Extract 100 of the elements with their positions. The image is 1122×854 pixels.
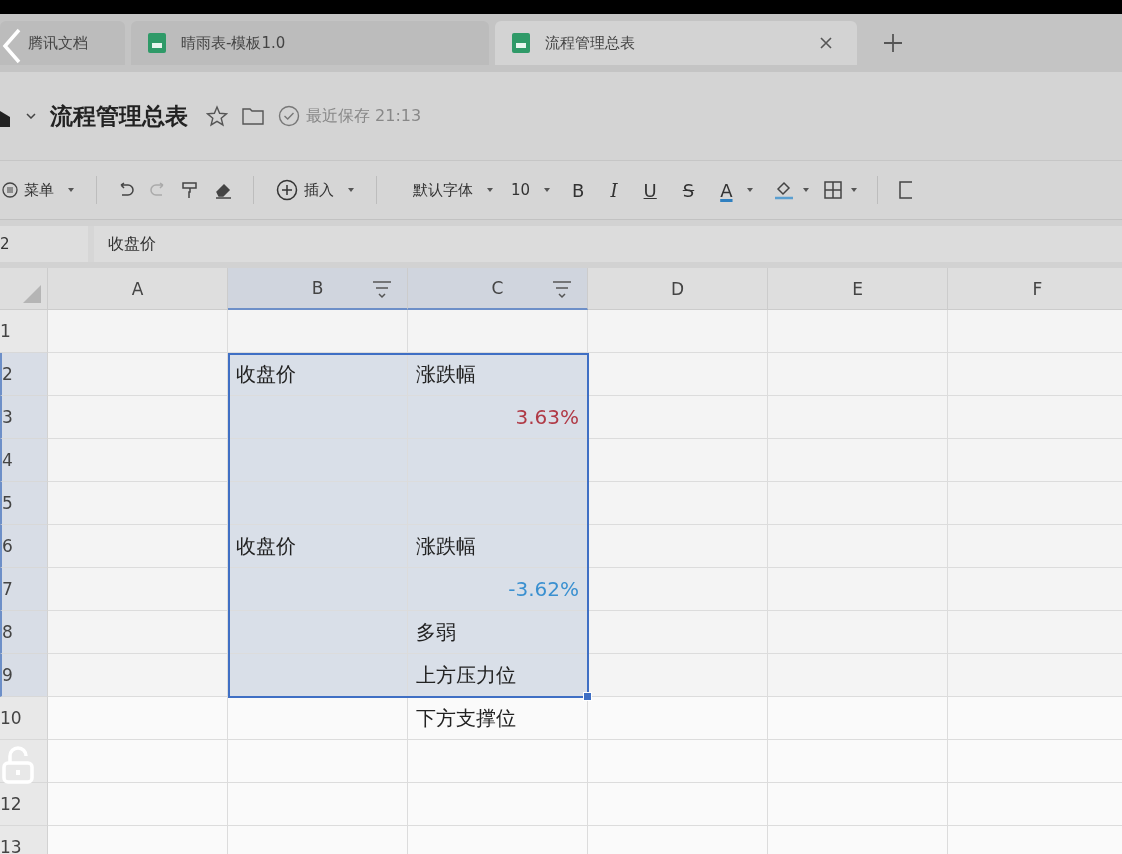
- cell-reference-field[interactable]: 2: [0, 226, 88, 262]
- table-cell[interactable]: [768, 697, 948, 740]
- row-header[interactable]: 12: [0, 783, 48, 826]
- table-cell[interactable]: [48, 396, 228, 439]
- table-cell[interactable]: [48, 740, 228, 783]
- table-cell[interactable]: [768, 654, 948, 697]
- formula-field[interactable]: 收盘价: [94, 226, 1122, 262]
- table-cell[interactable]: 收盘价: [228, 353, 408, 396]
- table-cell[interactable]: [588, 310, 768, 353]
- insert-button[interactable]: 插入: [274, 175, 356, 205]
- table-cell[interactable]: [48, 310, 228, 353]
- table-cell[interactable]: [768, 568, 948, 611]
- borders-icon[interactable]: [822, 180, 843, 200]
- table-cell[interactable]: [768, 783, 948, 826]
- column-header[interactable]: C: [408, 268, 588, 310]
- table-cell[interactable]: [768, 740, 948, 783]
- table-cell[interactable]: [228, 439, 408, 482]
- table-cell[interactable]: 上方压力位: [408, 654, 588, 697]
- filter-icon[interactable]: [371, 279, 393, 299]
- document-tab[interactable]: 晴雨表-模板1.0: [131, 21, 489, 65]
- font-dropdown[interactable]: 默认字体: [411, 176, 495, 204]
- table-cell[interactable]: 涨跌幅: [408, 353, 588, 396]
- table-cell[interactable]: 下方支撑位: [408, 697, 588, 740]
- menu-button[interactable]: 菜单: [0, 176, 76, 204]
- table-cell[interactable]: [48, 482, 228, 525]
- caret-icon[interactable]: [26, 113, 36, 119]
- row-header[interactable]: 9: [0, 654, 48, 697]
- table-cell[interactable]: [228, 310, 408, 353]
- table-cell[interactable]: [768, 525, 948, 568]
- table-cell[interactable]: [588, 740, 768, 783]
- table-cell[interactable]: [588, 396, 768, 439]
- table-cell[interactable]: [228, 482, 408, 525]
- close-icon[interactable]: [819, 36, 833, 50]
- table-cell[interactable]: [48, 568, 228, 611]
- table-cell[interactable]: [48, 654, 228, 697]
- bold-button[interactable]: B: [566, 175, 591, 205]
- strikethrough-button[interactable]: S: [676, 175, 701, 205]
- back-icon[interactable]: [2, 28, 22, 64]
- table-cell[interactable]: [588, 568, 768, 611]
- table-cell[interactable]: [948, 697, 1122, 740]
- undo-icon[interactable]: [117, 182, 135, 198]
- table-cell[interactable]: [588, 783, 768, 826]
- table-cell[interactable]: 3.63%: [408, 396, 588, 439]
- eraser-icon[interactable]: [213, 181, 233, 199]
- row-header[interactable]: 3: [0, 396, 48, 439]
- table-cell[interactable]: [768, 482, 948, 525]
- underline-button[interactable]: U: [637, 175, 663, 205]
- table-cell[interactable]: [768, 611, 948, 654]
- folder-icon[interactable]: [242, 107, 264, 125]
- row-header[interactable]: 2: [0, 353, 48, 396]
- table-cell[interactable]: [228, 740, 408, 783]
- redo-icon[interactable]: [149, 182, 167, 198]
- table-cell[interactable]: [408, 740, 588, 783]
- table-cell[interactable]: [228, 654, 408, 697]
- font-color-button[interactable]: A: [714, 175, 759, 205]
- table-cell[interactable]: [408, 310, 588, 353]
- document-tab[interactable]: 流程管理总表: [495, 21, 857, 65]
- row-header[interactable]: 6: [0, 525, 48, 568]
- table-cell[interactable]: [948, 740, 1122, 783]
- star-icon[interactable]: [206, 105, 228, 127]
- table-cell[interactable]: [48, 783, 228, 826]
- italic-button[interactable]: I: [604, 175, 624, 205]
- table-cell[interactable]: [408, 783, 588, 826]
- table-cell[interactable]: [768, 310, 948, 353]
- table-cell[interactable]: [48, 611, 228, 654]
- table-cell[interactable]: [588, 353, 768, 396]
- table-cell[interactable]: [768, 396, 948, 439]
- row-header[interactable]: 13: [0, 826, 48, 854]
- table-cell[interactable]: [408, 482, 588, 525]
- table-cell[interactable]: [48, 525, 228, 568]
- row-header[interactable]: 1: [0, 310, 48, 353]
- table-cell[interactable]: [228, 568, 408, 611]
- row-header[interactable]: 8: [0, 611, 48, 654]
- table-cell[interactable]: [228, 396, 408, 439]
- row-header[interactable]: 4: [0, 439, 48, 482]
- table-cell[interactable]: [228, 611, 408, 654]
- table-cell[interactable]: [408, 439, 588, 482]
- font-size-dropdown[interactable]: 10: [509, 177, 553, 203]
- table-cell[interactable]: 多弱: [408, 611, 588, 654]
- table-cell[interactable]: [768, 439, 948, 482]
- table-cell[interactable]: [228, 697, 408, 740]
- table-cell[interactable]: [48, 697, 228, 740]
- row-header[interactable]: 7: [0, 568, 48, 611]
- table-cell[interactable]: [48, 353, 228, 396]
- row-header[interactable]: 10: [0, 697, 48, 740]
- table-cell[interactable]: [588, 482, 768, 525]
- table-cell[interactable]: [768, 353, 948, 396]
- table-cell[interactable]: 涨跌幅: [408, 525, 588, 568]
- add-tab-icon[interactable]: [883, 33, 903, 53]
- table-cell[interactable]: [588, 611, 768, 654]
- format-painter-icon[interactable]: [181, 181, 199, 199]
- table-icon[interactable]: [897, 180, 912, 200]
- table-cell[interactable]: [588, 525, 768, 568]
- fill-color-icon[interactable]: [772, 179, 795, 201]
- table-cell[interactable]: [48, 439, 228, 482]
- filter-icon[interactable]: [551, 279, 573, 299]
- table-cell[interactable]: [948, 783, 1122, 826]
- table-cell[interactable]: 收盘价: [228, 525, 408, 568]
- column-header[interactable]: B: [228, 268, 408, 310]
- row-header[interactable]: 5: [0, 482, 48, 525]
